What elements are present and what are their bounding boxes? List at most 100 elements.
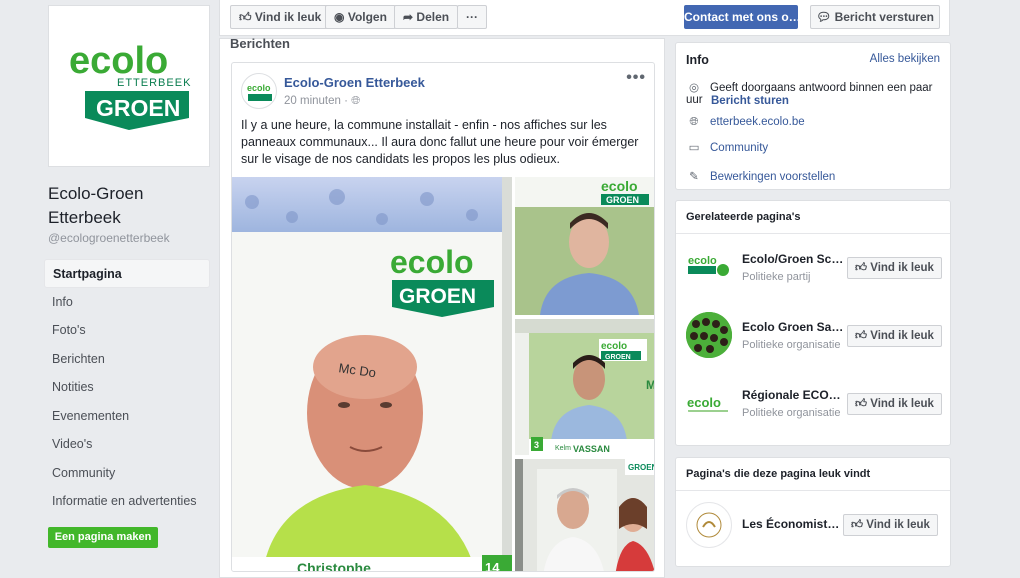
logo-ecolo-text: ecolo — [69, 40, 168, 82]
page-action-bar: 👍︎ Vind ik leuk ◉ Volgen ➦ Delen ··· Con… — [219, 0, 950, 36]
related-page-category-2: Politieke organisatie — [742, 339, 841, 351]
related-page-name-1[interactable]: Ecolo/Groen Sc… — [742, 252, 846, 266]
liked-page-name-1[interactable]: Les Économist… — [742, 517, 846, 531]
liked-page-thumb-1[interactable] — [686, 502, 732, 548]
post-text: Il y a une heure, la commune installait … — [241, 118, 639, 166]
page-category-icon: ▭ — [688, 142, 700, 154]
contact-us-button[interactable]: Contact met ons o… — [684, 5, 798, 29]
nav-item-notities[interactable]: Notities — [44, 373, 210, 402]
ecolo-groen-logo: ecolo ETTERBEEK GROEN — [69, 40, 191, 130]
share-arrow-icon: ➦ — [403, 10, 414, 24]
share-label: Delen — [416, 10, 450, 24]
category-row[interactable]: ▭ Community — [686, 140, 769, 154]
svg-text:ecolo: ecolo — [688, 255, 717, 267]
suggest-edits-row[interactable]: ✎ Bewerkingen voorstellen — [686, 169, 835, 183]
share-button[interactable]: ➦ Delen — [394, 5, 459, 29]
liked-like-button-1[interactable]: 👍︎ Vind ik leuk — [843, 514, 938, 536]
svg-text:VASSAN: VASSAN — [573, 444, 610, 454]
author-logo-icon: ecolo — [247, 83, 272, 101]
posts-section-title: Berichten — [230, 36, 290, 51]
thumbs-up-icon: 👍︎ — [851, 519, 864, 531]
like-label: Vind ik leuk — [254, 10, 322, 24]
rss-icon: ◉ — [334, 10, 345, 24]
related-like-button-1[interactable]: 👍︎ Vind ik leuk — [847, 257, 942, 279]
post-photo-3[interactable]: ecolo GROEN Kelm VASSAN 3 M — [515, 319, 654, 455]
svg-text:GROEN: GROEN — [399, 285, 476, 308]
nav-item-info[interactable]: Info — [44, 288, 210, 317]
poster-image-4: GROEN — [515, 459, 655, 571]
thumbs-up-icon: 👍︎ — [855, 330, 868, 342]
nav-item-berichten[interactable]: Berichten — [44, 345, 210, 374]
svg-text:ecolo: ecolo — [390, 244, 474, 280]
svg-text:Kelm: Kelm — [555, 445, 571, 452]
poster-image-2: ecolo GROEN — [515, 177, 654, 315]
related-page-category-1: Politieke partij — [742, 271, 811, 283]
svg-text:GROEN: GROEN — [628, 463, 655, 472]
svg-text:ecolo: ecolo — [601, 178, 638, 194]
related-page-thumb-3[interactable]: ecolo — [686, 379, 732, 425]
page-title[interactable]: Ecolo-Groen Etterbeek — [48, 182, 218, 230]
globe-icon: 🌐︎ — [351, 95, 361, 107]
svg-text:ecolo: ecolo — [247, 83, 271, 93]
nav-item-evenementen[interactable]: Evenementen — [44, 402, 210, 431]
ecolo-regional-logo-icon: ecolo — [687, 395, 728, 412]
thumbs-up-icon: 👍︎ — [855, 262, 868, 274]
related-page-thumb-2[interactable] — [686, 312, 732, 358]
create-page-button[interactable]: Een pagina maken — [48, 527, 158, 548]
related-pages-card: Gerelateerde pagina's ecolo Ecolo/Groen … — [675, 200, 951, 446]
related-page-thumb-1[interactable]: ecolo — [686, 243, 732, 289]
post-author-avatar[interactable]: ecolo — [241, 73, 277, 109]
svg-text:3: 3 — [534, 440, 539, 450]
see-all-link[interactable]: Alles bekijken — [870, 53, 940, 65]
follow-button[interactable]: ◉ Volgen — [325, 5, 396, 29]
post-photo-4[interactable]: GROEN — [515, 459, 655, 571]
logo-groen-text: GROEN — [96, 95, 180, 121]
send-message-label: Bericht versturen — [834, 10, 934, 24]
nav-item-informatie[interactable]: Informatie en advertenties — [44, 487, 210, 516]
ecolo-logo-icon: ecolo — [688, 255, 729, 276]
liked-pages-title: Pagina's die deze pagina leuk vindt — [686, 468, 871, 480]
website-row[interactable]: 🌐︎ etterbeek.ecolo.be — [686, 116, 804, 129]
nav-item-videos[interactable]: Video's — [44, 430, 210, 459]
follow-label: Volgen — [347, 10, 387, 24]
related-page-name-3[interactable]: Régionale ECO… — [742, 388, 846, 402]
page-handle[interactable]: @ecologroenetterbeek — [48, 231, 170, 245]
send-message-button[interactable]: 💬︎ Bericht versturen — [810, 5, 940, 29]
page-profile-picture[interactable]: ecolo ETTERBEEK GROEN — [48, 5, 210, 167]
nav-item-startpagina[interactable]: Startpagina — [44, 259, 210, 288]
svg-text:GROEN: GROEN — [606, 195, 639, 205]
post-author-link[interactable]: Ecolo-Groen Etterbeek — [284, 75, 425, 90]
svg-text:Christophe: Christophe — [297, 560, 371, 572]
info-card: Info Alles bekijken ◎ Geeft doorgaans ant… — [675, 42, 951, 190]
svg-text:GROEN: GROEN — [605, 354, 631, 361]
group-photo-icon — [686, 312, 732, 358]
more-options-button[interactable]: ··· — [457, 5, 487, 29]
poster-image: ecolo GROEN Mc Do Christophe 14 — [232, 177, 512, 572]
poster-image-3: ecolo GROEN Kelm VASSAN 3 M — [515, 319, 654, 455]
post-timestamp[interactable]: 20 minuten · 🌐︎ — [284, 95, 360, 108]
nav-item-community[interactable]: Community — [44, 459, 210, 488]
svg-text:14: 14 — [485, 560, 500, 572]
related-like-button-3[interactable]: 👍︎ Vind ik leuk — [847, 393, 942, 415]
post-options-icon[interactable]: ••• — [626, 69, 646, 87]
post-photo-main[interactable]: ecolo GROEN Mc Do Christophe 14 — [232, 177, 512, 572]
economistes-logo-icon — [696, 512, 722, 538]
thumbs-up-icon: 👍︎ — [855, 398, 868, 410]
pencil-icon: ✎ — [689, 171, 699, 183]
svg-text:ecolo: ecolo — [687, 395, 721, 410]
page-nav: Startpagina Info Foto's Berichten Notiti… — [44, 259, 210, 516]
post-photo-2[interactable]: ecolo GROEN — [515, 177, 654, 315]
messenger-icon: ◎ — [688, 82, 700, 94]
logo-etterbeek-text: ETTERBEEK — [117, 77, 191, 89]
nav-item-fotos[interactable]: Foto's — [44, 316, 210, 345]
thumbs-up-icon: 👍︎ — [239, 10, 252, 24]
send-message-link[interactable]: Bericht sturen — [711, 95, 789, 107]
related-like-button-2[interactable]: 👍︎ Vind ik leuk — [847, 325, 942, 347]
like-page-button[interactable]: 👍︎ Vind ik leuk — [230, 5, 331, 29]
post-card: ecolo Ecolo-Groen Etterbeek 20 minuten ·… — [231, 62, 655, 572]
info-title: Info — [686, 53, 709, 67]
related-pages-title: Gerelateerde pagina's — [686, 211, 801, 223]
svg-text:ecolo: ecolo — [601, 341, 627, 352]
globe-icon: 🌐︎ — [689, 116, 699, 128]
related-page-name-2[interactable]: Ecolo Groen Sa… — [742, 320, 846, 334]
